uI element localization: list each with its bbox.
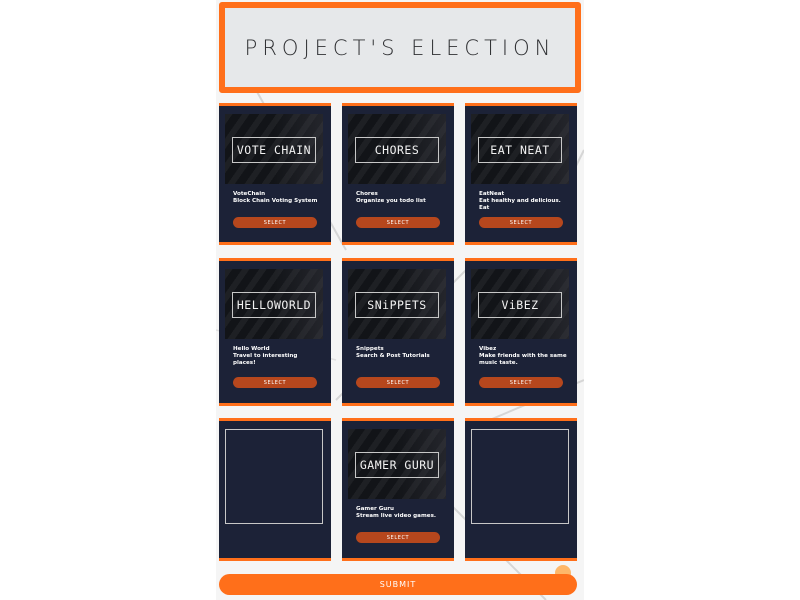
select-button-chores[interactable]: SELECT — [356, 217, 440, 228]
submit-button[interactable]: SUBMIT — [219, 574, 577, 595]
project-thumbnail: SNiPPETS — [348, 269, 446, 339]
project-thumbnail: EAT NEAT — [471, 114, 569, 184]
project-card-votechain: VOTE CHAIN VoteChain Block Chain Voting … — [219, 103, 331, 245]
select-button-gamerguru[interactable]: SELECT — [356, 532, 440, 543]
project-title: Vibez — [479, 346, 497, 352]
project-logo: SNiPPETS — [355, 292, 439, 318]
select-button-vibez[interactable]: SELECT — [479, 377, 563, 388]
empty-placeholder — [471, 429, 569, 524]
select-button-votechain[interactable]: SELECT — [233, 217, 317, 228]
project-title: Hello World — [233, 346, 270, 352]
project-description: Travel to interesting places! — [233, 353, 298, 366]
select-button-snippets[interactable]: SELECT — [356, 377, 440, 388]
project-title: Gamer Guru — [356, 506, 395, 512]
project-thumbnail: GAMER GURU — [348, 429, 446, 499]
project-description: Stream live video games. — [356, 513, 437, 519]
project-title: EatNeat — [479, 191, 505, 197]
project-card-vibez: ViBEZ Vibez Make friends with the same m… — [465, 258, 577, 406]
project-card-eatneat: EAT NEAT EatNeat Eat healthy and delicio… — [465, 103, 577, 245]
page-title: PROJECT'S ELECTION — [244, 35, 556, 60]
project-description: Eat healthy and delicious. Eat — [479, 198, 561, 211]
project-thumbnail: ViBEZ — [471, 269, 569, 339]
project-card-chores: CHORES Chores Organize you todo list SEL… — [342, 103, 454, 245]
project-logo: HELLOWORLD — [232, 292, 316, 318]
project-logo: VOTE CHAIN — [232, 137, 316, 163]
project-thumbnail: VOTE CHAIN — [225, 114, 323, 184]
select-button-helloworld[interactable]: SELECT — [233, 377, 317, 388]
project-thumbnail: HELLOWORLD — [225, 269, 323, 339]
project-card-empty — [465, 418, 577, 561]
project-title: Chores — [356, 191, 378, 197]
project-thumbnail: CHORES — [348, 114, 446, 184]
project-logo: CHORES — [355, 137, 439, 163]
select-button-eatneat[interactable]: SELECT — [479, 217, 563, 228]
project-card-snippets: SNiPPETS Snippets Search & Post Tutorial… — [342, 258, 454, 406]
project-description: Make friends with the same music taste. — [479, 353, 567, 366]
project-card-helloworld: HELLOWORLD Hello World Travel to interes… — [219, 258, 331, 406]
project-logo: GAMER GURU — [355, 452, 439, 478]
page-header: PROJECT'S ELECTION — [219, 2, 581, 93]
project-title: Snippets — [356, 346, 384, 352]
project-description: Block Chain Voting System — [233, 198, 318, 204]
project-card-empty — [219, 418, 331, 561]
empty-placeholder — [225, 429, 323, 524]
project-title: VoteChain — [233, 191, 266, 197]
election-page: PROJECT'S ELECTION VOTE CHAIN VoteChain … — [216, 0, 584, 600]
project-logo: EAT NEAT — [478, 137, 562, 163]
project-logo: ViBEZ — [478, 292, 562, 318]
project-description: Organize you todo list — [356, 198, 426, 204]
project-card-gamerguru: GAMER GURU Gamer Guru Stream live video … — [342, 418, 454, 561]
project-description: Search & Post Tutorials — [356, 353, 430, 359]
